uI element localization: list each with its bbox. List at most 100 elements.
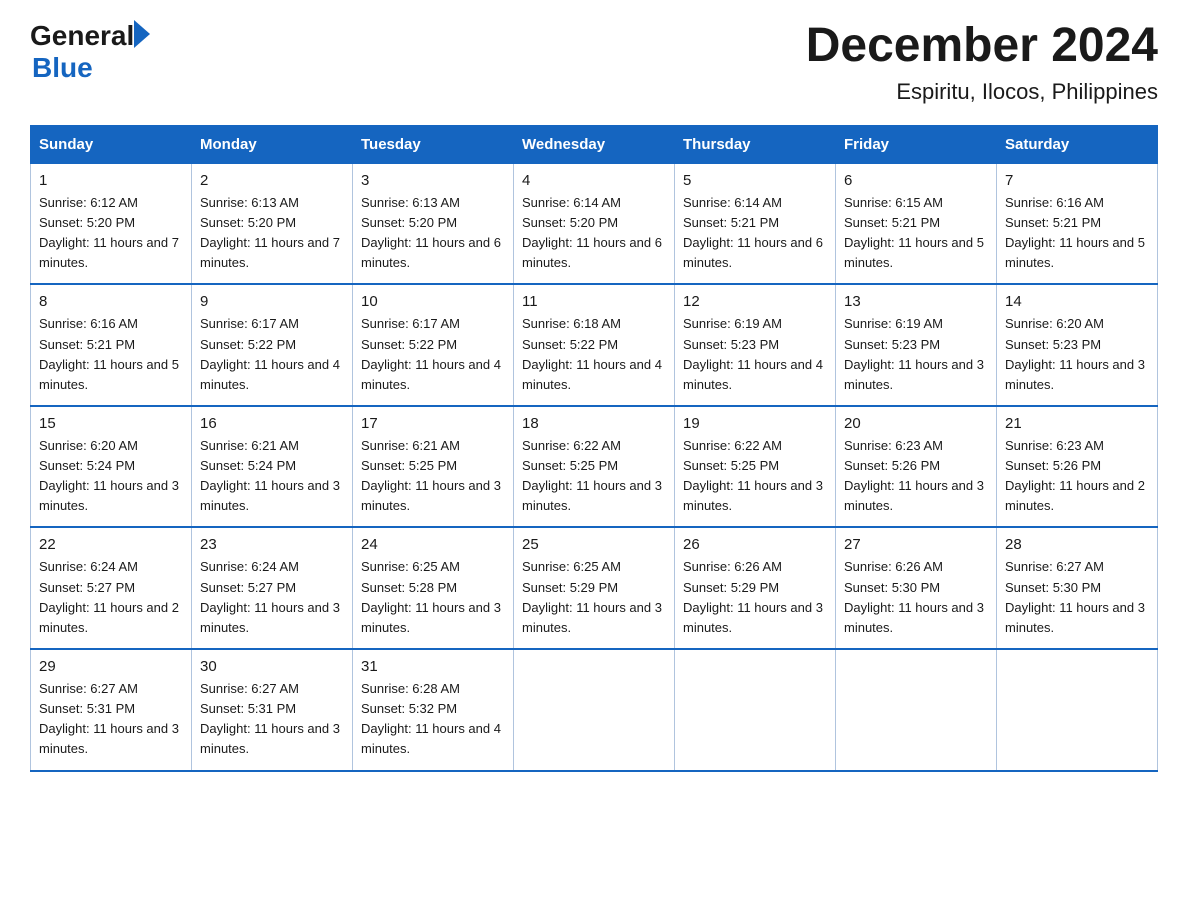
logo-arrow-icon <box>134 20 150 48</box>
weekday-header-thursday: Thursday <box>675 125 836 163</box>
calendar-cell: 16 Sunrise: 6:21 AMSunset: 5:24 PMDaylig… <box>192 406 353 528</box>
weekday-header-sunday: Sunday <box>31 125 192 163</box>
day-info: Sunrise: 6:27 AMSunset: 5:30 PMDaylight:… <box>1005 557 1149 638</box>
day-info: Sunrise: 6:25 AMSunset: 5:28 PMDaylight:… <box>361 557 505 638</box>
calendar-cell: 31 Sunrise: 6:28 AMSunset: 5:32 PMDaylig… <box>353 649 514 771</box>
day-info: Sunrise: 6:19 AMSunset: 5:23 PMDaylight:… <box>683 314 827 395</box>
day-info: Sunrise: 6:14 AMSunset: 5:20 PMDaylight:… <box>522 193 666 274</box>
day-info: Sunrise: 6:23 AMSunset: 5:26 PMDaylight:… <box>844 436 988 517</box>
month-year-title: December 2024 <box>806 20 1158 73</box>
weekday-header-row: SundayMondayTuesdayWednesdayThursdayFrid… <box>31 125 1158 163</box>
day-number: 25 <box>522 536 666 553</box>
day-number: 18 <box>522 415 666 432</box>
day-info: Sunrise: 6:18 AMSunset: 5:22 PMDaylight:… <box>522 314 666 395</box>
day-number: 8 <box>39 293 183 310</box>
day-info: Sunrise: 6:19 AMSunset: 5:23 PMDaylight:… <box>844 314 988 395</box>
calendar-cell: 15 Sunrise: 6:20 AMSunset: 5:24 PMDaylig… <box>31 406 192 528</box>
day-number: 30 <box>200 658 344 675</box>
day-number: 29 <box>39 658 183 675</box>
calendar-cell: 19 Sunrise: 6:22 AMSunset: 5:25 PMDaylig… <box>675 406 836 528</box>
logo-general-text: General <box>30 20 134 52</box>
day-number: 26 <box>683 536 827 553</box>
day-number: 31 <box>361 658 505 675</box>
day-number: 12 <box>683 293 827 310</box>
calendar-cell: 1 Sunrise: 6:12 AMSunset: 5:20 PMDayligh… <box>31 163 192 284</box>
day-number: 21 <box>1005 415 1149 432</box>
day-number: 1 <box>39 172 183 189</box>
calendar-cell <box>675 649 836 771</box>
calendar-cell: 13 Sunrise: 6:19 AMSunset: 5:23 PMDaylig… <box>836 284 997 406</box>
day-info: Sunrise: 6:26 AMSunset: 5:30 PMDaylight:… <box>844 557 988 638</box>
day-number: 13 <box>844 293 988 310</box>
weekday-header-saturday: Saturday <box>997 125 1158 163</box>
calendar-cell: 4 Sunrise: 6:14 AMSunset: 5:20 PMDayligh… <box>514 163 675 284</box>
day-number: 2 <box>200 172 344 189</box>
day-number: 10 <box>361 293 505 310</box>
calendar-cell: 9 Sunrise: 6:17 AMSunset: 5:22 PMDayligh… <box>192 284 353 406</box>
day-info: Sunrise: 6:23 AMSunset: 5:26 PMDaylight:… <box>1005 436 1149 517</box>
calendar-cell: 20 Sunrise: 6:23 AMSunset: 5:26 PMDaylig… <box>836 406 997 528</box>
day-info: Sunrise: 6:20 AMSunset: 5:24 PMDaylight:… <box>39 436 183 517</box>
calendar-cell: 27 Sunrise: 6:26 AMSunset: 5:30 PMDaylig… <box>836 527 997 649</box>
calendar-cell <box>514 649 675 771</box>
day-number: 16 <box>200 415 344 432</box>
calendar-cell: 29 Sunrise: 6:27 AMSunset: 5:31 PMDaylig… <box>31 649 192 771</box>
day-number: 28 <box>1005 536 1149 553</box>
weekday-header-monday: Monday <box>192 125 353 163</box>
day-info: Sunrise: 6:13 AMSunset: 5:20 PMDaylight:… <box>200 193 344 274</box>
day-info: Sunrise: 6:13 AMSunset: 5:20 PMDaylight:… <box>361 193 505 274</box>
weekday-header-wednesday: Wednesday <box>514 125 675 163</box>
calendar-cell: 26 Sunrise: 6:26 AMSunset: 5:29 PMDaylig… <box>675 527 836 649</box>
page-header: General Blue December 2024 Espiritu, Ilo… <box>30 20 1158 105</box>
day-number: 5 <box>683 172 827 189</box>
day-info: Sunrise: 6:22 AMSunset: 5:25 PMDaylight:… <box>683 436 827 517</box>
day-number: 14 <box>1005 293 1149 310</box>
day-info: Sunrise: 6:25 AMSunset: 5:29 PMDaylight:… <box>522 557 666 638</box>
day-info: Sunrise: 6:16 AMSunset: 5:21 PMDaylight:… <box>39 314 183 395</box>
day-number: 17 <box>361 415 505 432</box>
day-info: Sunrise: 6:21 AMSunset: 5:25 PMDaylight:… <box>361 436 505 517</box>
day-number: 6 <box>844 172 988 189</box>
calendar-cell: 6 Sunrise: 6:15 AMSunset: 5:21 PMDayligh… <box>836 163 997 284</box>
calendar-cell: 5 Sunrise: 6:14 AMSunset: 5:21 PMDayligh… <box>675 163 836 284</box>
day-info: Sunrise: 6:17 AMSunset: 5:22 PMDaylight:… <box>361 314 505 395</box>
calendar-cell: 30 Sunrise: 6:27 AMSunset: 5:31 PMDaylig… <box>192 649 353 771</box>
calendar-cell: 17 Sunrise: 6:21 AMSunset: 5:25 PMDaylig… <box>353 406 514 528</box>
calendar-cell: 22 Sunrise: 6:24 AMSunset: 5:27 PMDaylig… <box>31 527 192 649</box>
calendar-cell: 24 Sunrise: 6:25 AMSunset: 5:28 PMDaylig… <box>353 527 514 649</box>
weekday-header-friday: Friday <box>836 125 997 163</box>
week-row-5: 29 Sunrise: 6:27 AMSunset: 5:31 PMDaylig… <box>31 649 1158 771</box>
day-number: 20 <box>844 415 988 432</box>
calendar-cell: 21 Sunrise: 6:23 AMSunset: 5:26 PMDaylig… <box>997 406 1158 528</box>
calendar-cell: 7 Sunrise: 6:16 AMSunset: 5:21 PMDayligh… <box>997 163 1158 284</box>
day-number: 19 <box>683 415 827 432</box>
day-info: Sunrise: 6:24 AMSunset: 5:27 PMDaylight:… <box>39 557 183 638</box>
day-number: 24 <box>361 536 505 553</box>
day-info: Sunrise: 6:24 AMSunset: 5:27 PMDaylight:… <box>200 557 344 638</box>
week-row-2: 8 Sunrise: 6:16 AMSunset: 5:21 PMDayligh… <box>31 284 1158 406</box>
day-number: 11 <box>522 293 666 310</box>
location-subtitle: Espiritu, Ilocos, Philippines <box>806 79 1158 105</box>
day-number: 22 <box>39 536 183 553</box>
day-number: 3 <box>361 172 505 189</box>
calendar-cell: 11 Sunrise: 6:18 AMSunset: 5:22 PMDaylig… <box>514 284 675 406</box>
calendar-cell <box>836 649 997 771</box>
day-info: Sunrise: 6:17 AMSunset: 5:22 PMDaylight:… <box>200 314 344 395</box>
day-number: 9 <box>200 293 344 310</box>
day-info: Sunrise: 6:12 AMSunset: 5:20 PMDaylight:… <box>39 193 183 274</box>
weekday-header-tuesday: Tuesday <box>353 125 514 163</box>
calendar-cell: 3 Sunrise: 6:13 AMSunset: 5:20 PMDayligh… <box>353 163 514 284</box>
day-info: Sunrise: 6:21 AMSunset: 5:24 PMDaylight:… <box>200 436 344 517</box>
day-number: 23 <box>200 536 344 553</box>
logo-blue-text: Blue <box>32 52 93 84</box>
calendar-cell: 28 Sunrise: 6:27 AMSunset: 5:30 PMDaylig… <box>997 527 1158 649</box>
logo: General Blue <box>30 20 150 84</box>
calendar-cell: 10 Sunrise: 6:17 AMSunset: 5:22 PMDaylig… <box>353 284 514 406</box>
day-info: Sunrise: 6:26 AMSunset: 5:29 PMDaylight:… <box>683 557 827 638</box>
day-number: 4 <box>522 172 666 189</box>
day-info: Sunrise: 6:20 AMSunset: 5:23 PMDaylight:… <box>1005 314 1149 395</box>
day-info: Sunrise: 6:27 AMSunset: 5:31 PMDaylight:… <box>39 679 183 760</box>
day-number: 15 <box>39 415 183 432</box>
calendar-cell: 14 Sunrise: 6:20 AMSunset: 5:23 PMDaylig… <box>997 284 1158 406</box>
day-info: Sunrise: 6:14 AMSunset: 5:21 PMDaylight:… <box>683 193 827 274</box>
